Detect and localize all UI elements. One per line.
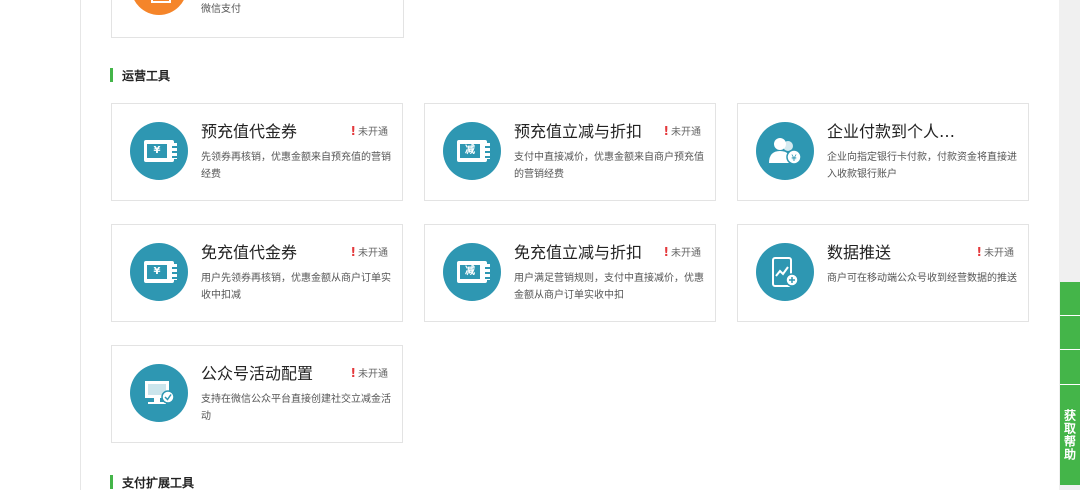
tool-card-free-coupon[interactable]: ¥ 免充值代金券 ! 未开通 用户先领券再核销，优惠金额从商户订单实收中扣减: [111, 224, 403, 322]
floating-action-button-1[interactable]: [1060, 282, 1080, 316]
card-description: 先领券再核销，优惠金额来自预充值的营销经费: [201, 152, 391, 180]
section-accent-bar: [110, 68, 113, 82]
status-badge: ! 未开通: [350, 245, 388, 259]
section-title-operations: 运营工具: [110, 67, 170, 83]
sidebar-divider: [80, 0, 81, 490]
enterprise-payment-icon: ¥: [756, 122, 814, 180]
floating-action-button-2[interactable]: [1060, 316, 1080, 350]
tool-card-prepaid-discount[interactable]: 减 预充值立减与折扣 ! 未开通 支付中直接减价，优惠金额来自商户预充值的营销经费: [424, 103, 716, 201]
section-title-payment-extensions: 支付扩展工具: [110, 474, 194, 490]
status-badge: ! 未开通: [350, 124, 388, 138]
floating-action-button-3[interactable]: [1060, 350, 1080, 385]
ticket-yen-icon: ¥: [130, 243, 188, 301]
ticket-yen-icon: ¥: [130, 122, 188, 180]
card-title: 公众号活动配置: [201, 364, 314, 383]
ticket-discount-icon: 减: [443, 122, 501, 180]
status-badge: ! 未开通: [976, 245, 1014, 259]
card-title: 数据推送: [827, 243, 892, 262]
status-badge: ! 未开通: [350, 366, 388, 380]
status-badge: ! 未开通: [663, 245, 701, 259]
tool-card-data-push[interactable]: 数据推送 ! 未开通 商户可在移动端公众号收到经营数据的推送: [737, 224, 1029, 322]
wechat-pay-card-subtitle: 微信支付: [201, 4, 241, 15]
tool-card-prepaid-coupon[interactable]: ¥ 预充值代金券 ! 未开通 先领券再核销，优惠金额来自预充值的营销经费: [111, 103, 403, 201]
card-title: 预充值立减与折扣: [514, 122, 643, 141]
section-title-text: 支付扩展工具: [122, 475, 195, 490]
section-accent-bar: [110, 475, 113, 489]
tool-card-enterprise-payment[interactable]: ¥ 企业付款到个人… 企业向指定银行卡付款，付款资金将直接进入收款银行账户: [737, 103, 1029, 201]
card-description: 企业向指定银行卡付款，付款资金将直接进入收款银行账户: [827, 152, 1017, 180]
tool-card-free-discount[interactable]: 减 免充值立减与折扣 ! 未开通 用户满足营销规则，支付中直接减价，优惠金额从商户…: [424, 224, 716, 322]
status-badge: ! 未开通: [663, 124, 701, 138]
card-title: 企业付款到个人…: [827, 122, 956, 141]
card-description: 支持在微信公众平台直接创建社交立减金活动: [201, 394, 391, 422]
card-title: 免充值代金券: [201, 243, 298, 262]
card-description: 用户满足营销规则，支付中直接减价，优惠金额从商户订单实收中扣: [514, 273, 704, 301]
section-title-text: 运营工具: [122, 68, 171, 83]
card-description: 用户先领券再核销，优惠金额从商户订单实收中扣减: [201, 273, 391, 301]
ticket-discount-icon: 减: [443, 243, 501, 301]
tool-card-campaign-config[interactable]: 公众号活动配置 ! 未开通 支持在微信公众平台直接创建社交立减金活动: [111, 345, 403, 443]
svg-text:¥: ¥: [791, 154, 797, 164]
monitor-config-icon: [130, 364, 188, 422]
wechat-pay-card[interactable]: 微信支付: [111, 0, 404, 38]
card-description: 商户可在移动端公众号收到经营数据的推送: [827, 273, 1017, 284]
card-description: 支付中直接减价，优惠金额来自商户预充值的营销经费: [514, 152, 704, 180]
wechat-pay-icon: [131, 0, 187, 15]
card-title: 免充值立减与折扣: [514, 243, 643, 262]
mobile-data-icon: [756, 243, 814, 301]
card-title: 预充值代金券: [201, 122, 298, 141]
get-help-button[interactable]: 获取帮助: [1060, 385, 1080, 485]
